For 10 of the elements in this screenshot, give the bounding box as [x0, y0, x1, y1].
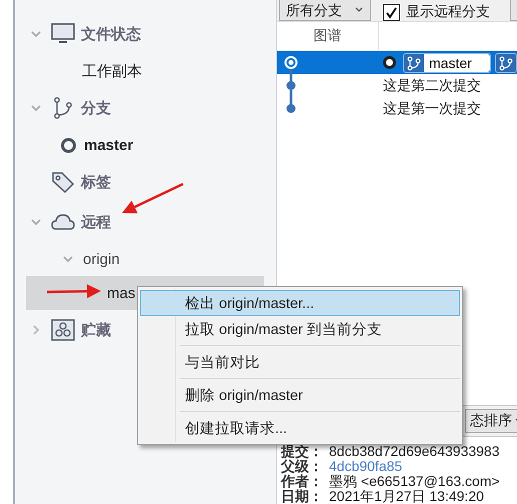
branch-tag: master — [403, 52, 491, 72]
commit-message: 这是第一次提交 — [382, 100, 481, 118]
detail-value: 墨鸦 <e665137@163.com> — [329, 474, 500, 489]
detail-label: 父级： — [281, 459, 323, 474]
detail-label: 作者： — [281, 474, 323, 489]
detail-value: 8dcb38d72d69e643933983 — [329, 444, 500, 459]
detail-label: 提交： — [281, 444, 323, 459]
detail-value: 2021年1月27日 13:49:20 — [329, 489, 484, 504]
commit-message: 这是第二次提交 — [382, 76, 481, 94]
detail-label: 日期： — [281, 489, 323, 504]
